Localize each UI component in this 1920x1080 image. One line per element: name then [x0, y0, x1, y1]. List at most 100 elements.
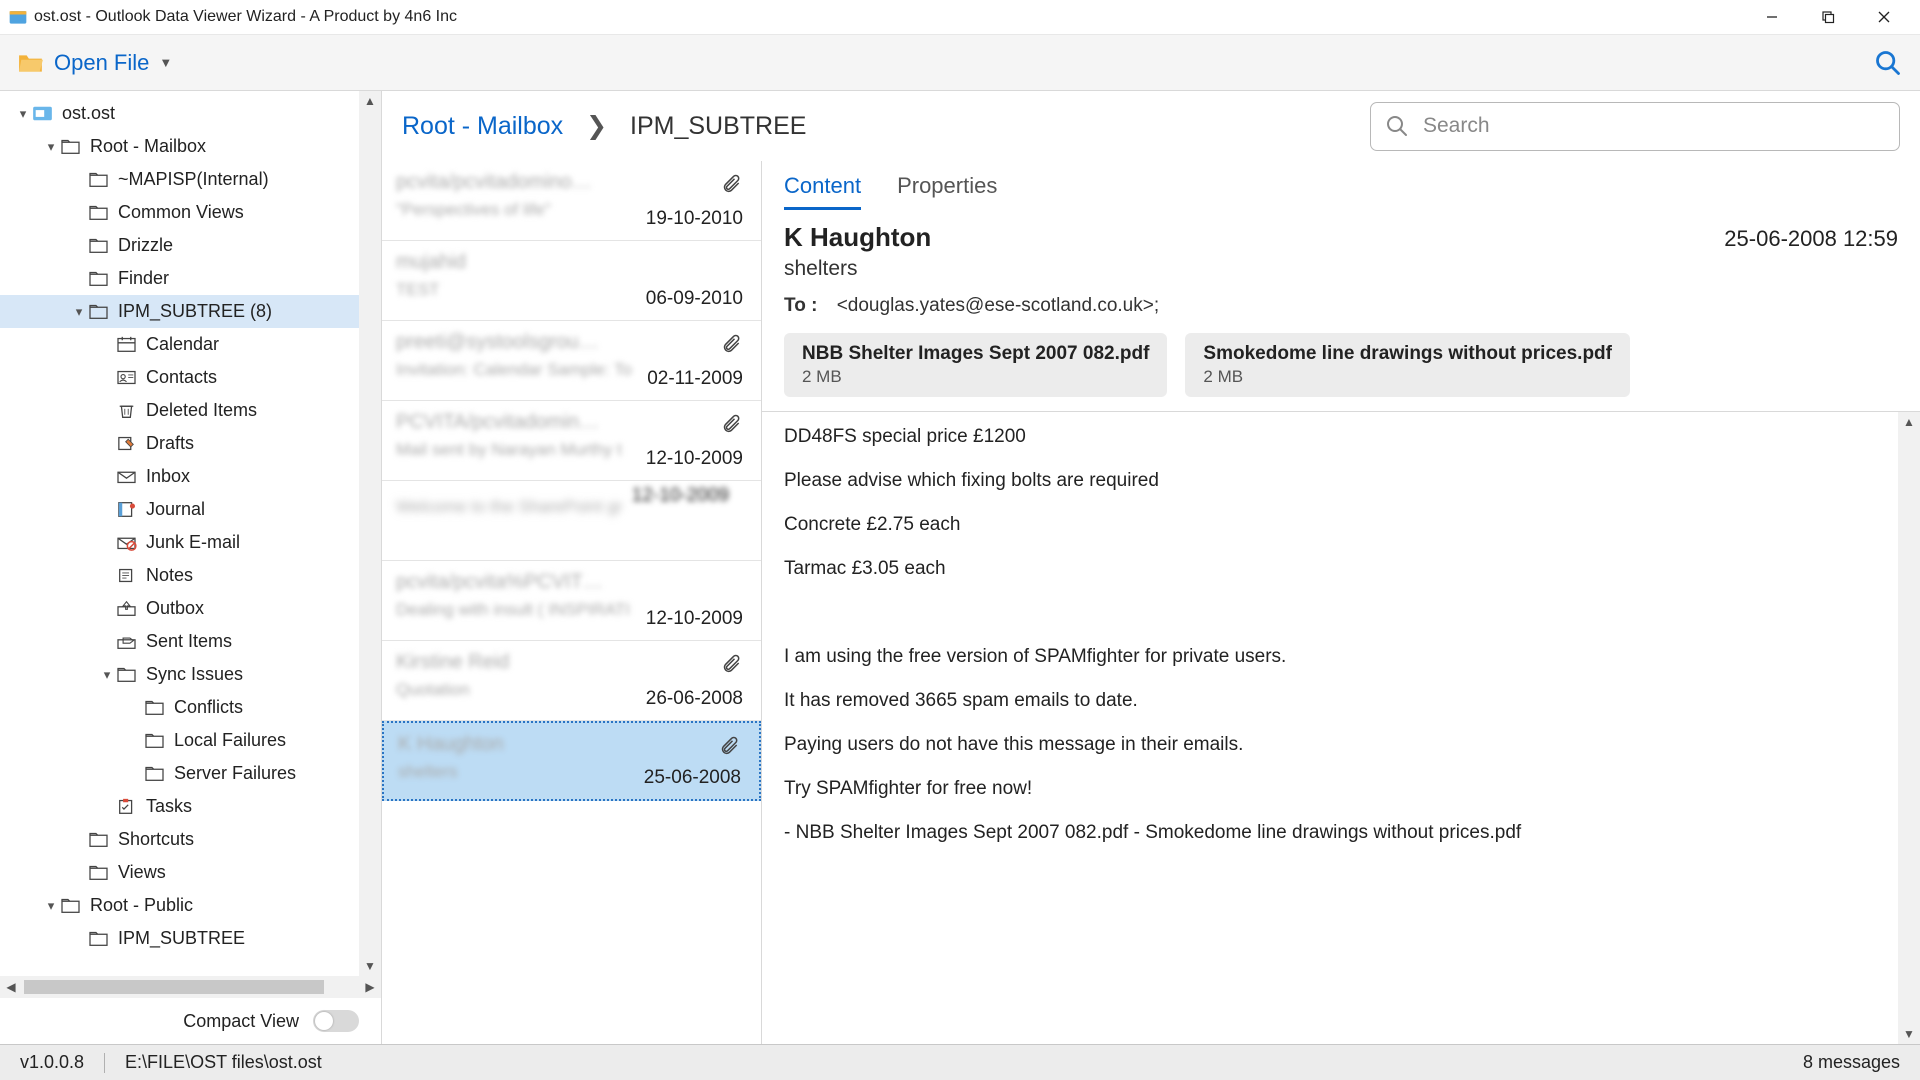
calendar-icon	[116, 336, 137, 353]
scroll-right-icon[interactable]: ▶	[359, 980, 381, 994]
sidebar: ▾ost.ost▾Root - Mailbox~MAPISP(Internal)…	[0, 91, 382, 1044]
tree-node[interactable]: ~MAPISP(Internal)	[0, 163, 381, 196]
message-from: K Haughton	[784, 222, 931, 253]
list-sender: Kirstine Reid	[396, 651, 747, 674]
message-datetime: 25-06-2008 12:59	[1724, 226, 1898, 252]
open-file-caret[interactable]: ▼	[159, 55, 172, 70]
expand-icon[interactable]: ▾	[14, 106, 32, 122]
tree-node[interactable]: Server Failures	[0, 757, 381, 790]
body-vscroll[interactable]: ▲▼	[1898, 412, 1920, 1044]
folder-icon	[88, 171, 109, 188]
open-file-button[interactable]: Open File	[54, 50, 149, 76]
tree-label: Root - Public	[90, 895, 193, 916]
hscroll-thumb[interactable]	[24, 980, 324, 994]
tree-node[interactable]: Deleted Items	[0, 394, 381, 427]
ost-icon	[32, 105, 53, 122]
status-bar: v1.0.0.8 E:\FILE\OST files\ost.ost 8 mes…	[0, 1044, 1920, 1080]
attachment-chip[interactable]: NBB Shelter Images Sept 2007 082.pdf2 MB	[784, 333, 1167, 397]
tree-node[interactable]: Finder	[0, 262, 381, 295]
expand-icon[interactable]: ▾	[98, 667, 116, 683]
close-button[interactable]	[1856, 0, 1912, 35]
minimize-button[interactable]	[1744, 0, 1800, 35]
inbox-icon	[116, 468, 137, 485]
tree-node[interactable]: ▾IPM_SUBTREE (8)	[0, 295, 381, 328]
tree-node[interactable]: Conflicts	[0, 691, 381, 724]
expand-icon[interactable]: ▾	[42, 139, 60, 155]
tree-node[interactable]: Common Views	[0, 196, 381, 229]
attachment-icon	[721, 653, 743, 673]
folder-icon	[88, 864, 109, 881]
body-line: - NBB Shelter Images Sept 2007 082.pdf -…	[784, 822, 1898, 844]
list-date: 12-10-2009	[646, 448, 743, 470]
search-box[interactable]: Search	[1370, 102, 1900, 151]
tree-node[interactable]: Drizzle	[0, 229, 381, 262]
tree-hscroll[interactable]: ◀ ▶	[0, 976, 381, 998]
attachment-chip[interactable]: Smokedome line drawings without prices.p…	[1185, 333, 1630, 397]
tree-node[interactable]: ▾ost.ost	[0, 97, 381, 130]
body-line: Concrete £2.75 each	[784, 514, 1898, 536]
tree-node[interactable]: Inbox	[0, 460, 381, 493]
tree-node[interactable]: Sent Items	[0, 625, 381, 658]
scroll-down-icon[interactable]: ▼	[1903, 1024, 1915, 1044]
folder-icon	[88, 270, 109, 287]
tree-node[interactable]: Tasks	[0, 790, 381, 823]
list-item[interactable]: mujahidTEST06-09-2010	[382, 241, 761, 321]
folder-icon	[88, 303, 109, 320]
tree-node[interactable]: Calendar	[0, 328, 381, 361]
list-item[interactable]: pcvita/pcvita%PCVIT…Dealing with insult …	[382, 561, 761, 641]
scroll-down-icon[interactable]: ▼	[364, 956, 376, 976]
list-item[interactable]: K Haughtonshelters25-06-2008	[382, 721, 761, 801]
compact-view-toggle[interactable]	[313, 1010, 359, 1032]
list-item[interactable]: Kirstine ReidQuotation26-06-2008	[382, 641, 761, 721]
message-to: To : <douglas.yates@ese-scotland.co.uk>;	[784, 295, 1898, 317]
message-list[interactable]: pcvita/pcvitadomino…"Perspectives of lif…	[382, 161, 762, 1044]
tree-node[interactable]: ▾ Root - Public	[0, 889, 381, 922]
scroll-up-icon[interactable]: ▲	[364, 91, 376, 111]
list-item[interactable]: preeti@systoolsgrou…Invitation: Calendar…	[382, 321, 761, 401]
status-path: E:\FILE\OST files\ost.ost	[125, 1052, 322, 1073]
tree-label: Calendar	[146, 334, 219, 355]
body-line: It has removed 3665 spam emails to date.	[784, 690, 1898, 712]
tree-node[interactable]: Drafts	[0, 427, 381, 460]
tree-node[interactable]: Junk E-mail	[0, 526, 381, 559]
global-search-icon[interactable]	[1874, 49, 1902, 77]
maximize-button[interactable]	[1800, 0, 1856, 35]
expand-icon[interactable]: ▾	[70, 304, 88, 320]
tree-node[interactable]: Local Failures	[0, 724, 381, 757]
tree-label: Drafts	[146, 433, 194, 454]
toolbar: Open File ▼	[0, 35, 1920, 91]
tree-vscroll[interactable]: ▲▼	[359, 91, 381, 976]
tree-node[interactable]: ▾Root - Mailbox	[0, 130, 381, 163]
tree-label: Sync Issues	[146, 664, 243, 685]
list-item[interactable]: Welcome to the SharePoint gr12-10-2009	[382, 481, 761, 561]
tree-label: Notes	[146, 565, 193, 586]
breadcrumb-current: IPM_SUBTREE	[630, 112, 806, 140]
body-line	[784, 602, 1898, 624]
list-item[interactable]: pcvita/pcvitadomino…"Perspectives of lif…	[382, 161, 761, 241]
tree-node[interactable]: Outbox	[0, 592, 381, 625]
folder-icon	[144, 699, 165, 716]
scroll-up-icon[interactable]: ▲	[1903, 412, 1915, 432]
tree-node[interactable]: Views	[0, 856, 381, 889]
message-body: DD48FS special price £1200Please advise …	[762, 411, 1920, 1044]
tree-node[interactable]: Notes	[0, 559, 381, 592]
tree-node[interactable]: IPM_SUBTREE	[0, 922, 381, 955]
title-bar: ost.ost - Outlook Data Viewer Wizard - A…	[0, 0, 1920, 35]
tree-node[interactable]: Journal	[0, 493, 381, 526]
tree-label: Shortcuts	[118, 829, 194, 850]
tab-properties[interactable]: Properties	[897, 173, 997, 210]
tree-node[interactable]: Contacts	[0, 361, 381, 394]
scroll-left-icon[interactable]: ◀	[0, 980, 22, 994]
search-icon	[1385, 114, 1409, 138]
breadcrumb-root[interactable]: Root - Mailbox	[402, 112, 563, 140]
tree-node[interactable]: Shortcuts	[0, 823, 381, 856]
status-message-count: 8 messages	[1803, 1052, 1900, 1073]
expand-icon[interactable]: ▾	[42, 898, 60, 914]
tab-content[interactable]: Content	[784, 173, 861, 210]
folder-tree[interactable]: ▾ost.ost▾Root - Mailbox~MAPISP(Internal)…	[0, 91, 381, 976]
drafts-icon	[116, 435, 137, 452]
tree-node[interactable]: ▾ Sync Issues	[0, 658, 381, 691]
list-sender: mujahid	[396, 251, 747, 274]
list-item[interactable]: PCVITA/pcvitadomin…Mail sent by Narayan …	[382, 401, 761, 481]
body-line: Try SPAMfighter for free now!	[784, 778, 1898, 800]
